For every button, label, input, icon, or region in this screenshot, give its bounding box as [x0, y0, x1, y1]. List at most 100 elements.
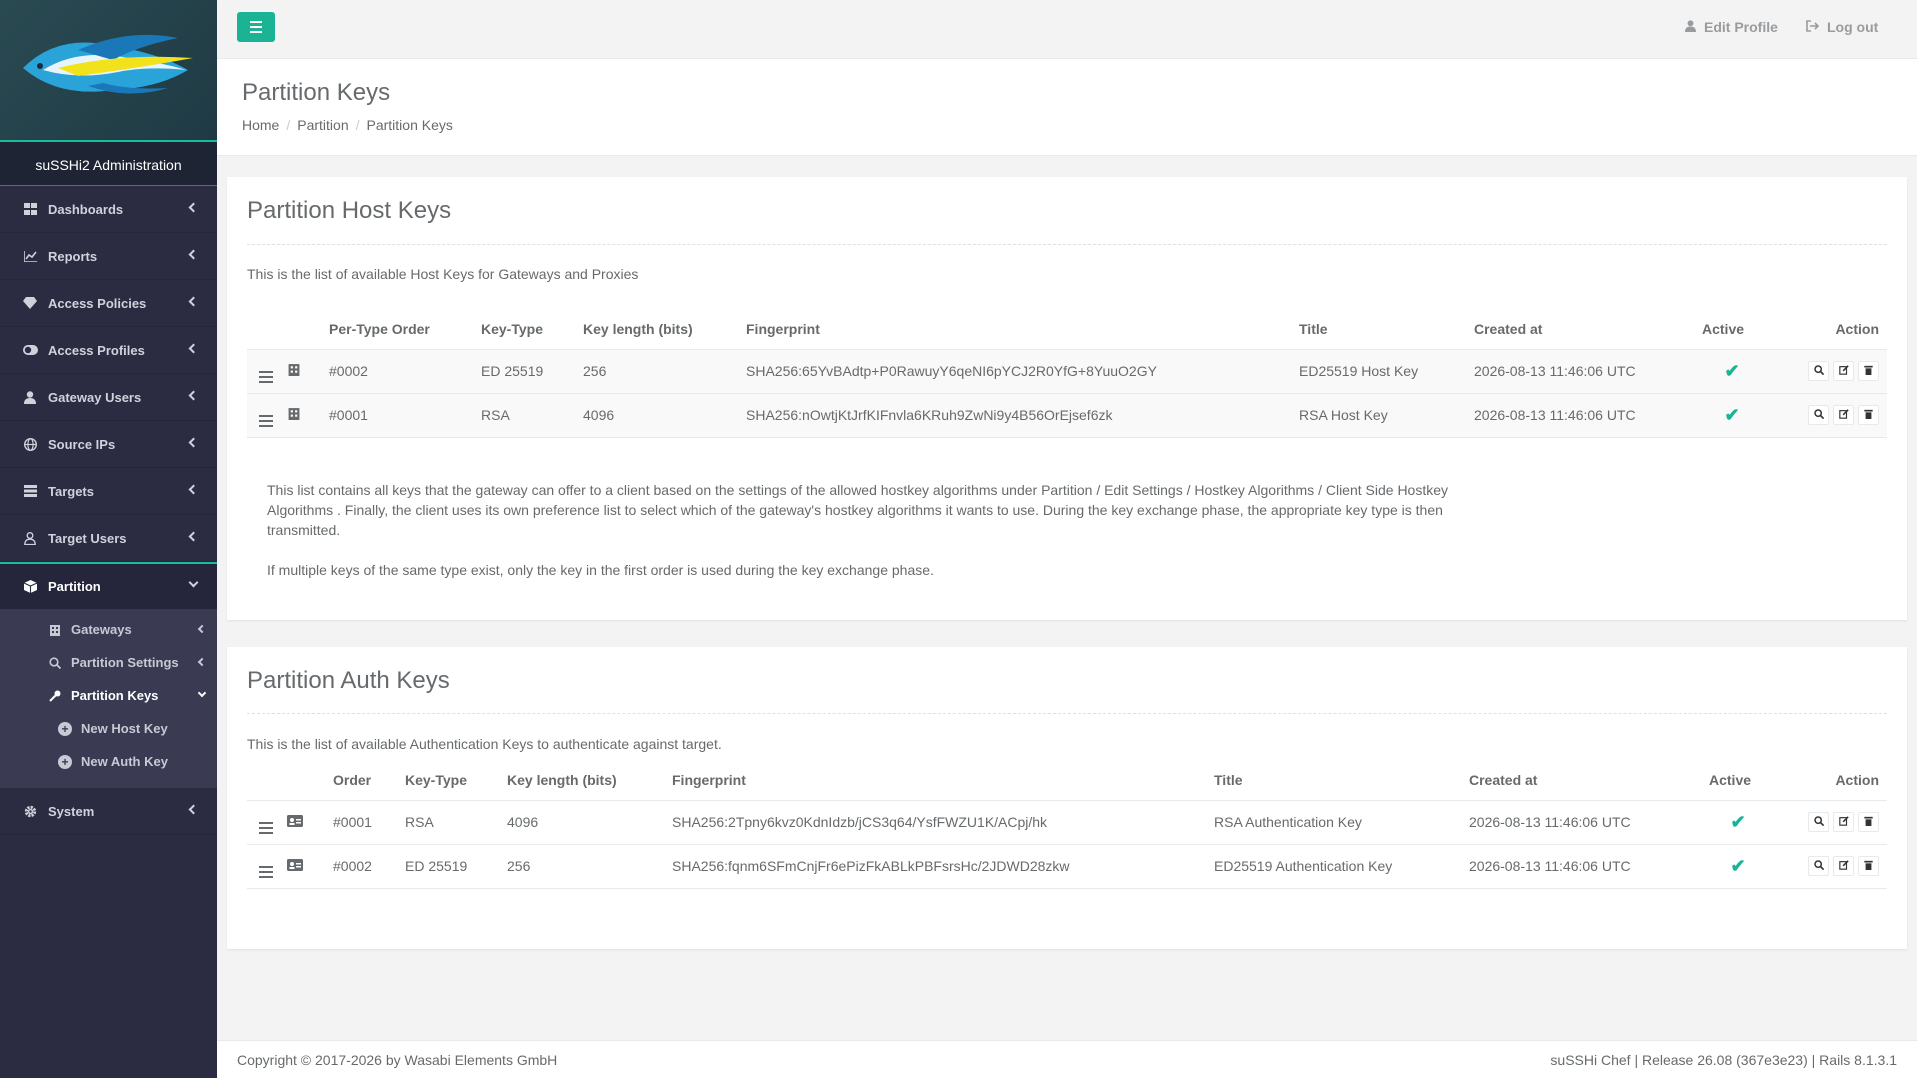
sidebar-item-targets[interactable]: Targets [0, 468, 217, 515]
column-header[interactable]: Active [1702, 309, 1762, 350]
page-heading: Partition Keys Home / Partition / Partit… [217, 59, 1917, 156]
sidebar-item-new-host-key[interactable]: + New Host Key [0, 712, 217, 745]
table-row: #0002 ED 25519 256 SHA256:fqnm6SFmCnjFr6… [247, 844, 1887, 889]
key-icon [48, 690, 62, 702]
sidebar-item-new-auth-key[interactable]: + New Auth Key [0, 745, 217, 778]
user-outline-icon [22, 531, 38, 545]
sidebar-item-access-policies[interactable]: Access Policies [0, 280, 217, 327]
sidebar-item-label: Reports [48, 248, 98, 264]
cell-fingerprint: SHA256:fqnm6SFmCnjFr6ePizFkABLkPBFsrsHc/… [672, 844, 1214, 889]
edit-button[interactable] [1833, 361, 1854, 381]
host-keys-table: Per-Type Order Key-Type Key length (bits… [247, 309, 1887, 438]
column-header[interactable]: Created at [1474, 309, 1702, 350]
chevron-down-icon [197, 688, 207, 697]
sidebar-item-access-profiles[interactable]: Access Profiles [0, 327, 217, 374]
drag-handle-icon[interactable] [259, 821, 273, 834]
column-header[interactable]: Title [1299, 309, 1474, 350]
gear-icon [22, 804, 38, 818]
edit-button[interactable] [1833, 405, 1854, 425]
edit-button[interactable] [1833, 856, 1854, 876]
edit-icon [1838, 815, 1849, 829]
sidebar-sub-label: Partition Settings [71, 655, 179, 670]
column-header[interactable]: Title [1214, 760, 1469, 801]
chevron-left-icon [197, 624, 207, 633]
breadcrumb-partition[interactable]: Partition [297, 117, 348, 133]
sidebar-item-partition[interactable]: Partition [0, 562, 217, 609]
column-header[interactable]: Key-Type [481, 309, 583, 350]
delete-button[interactable] [1858, 405, 1879, 425]
edit-profile-label: Edit Profile [1704, 19, 1778, 35]
column-header: Action [1762, 309, 1887, 350]
breadcrumb-current: Partition Keys [366, 117, 453, 133]
delete-button[interactable] [1858, 856, 1879, 876]
user-icon [22, 390, 38, 404]
sidebar-item-gateways[interactable]: Gateways [0, 613, 217, 646]
sidebar-item-reports[interactable]: Reports [0, 233, 217, 280]
copyright-text: Copyright © 2017-2026 by Wasabi Elements… [237, 1052, 558, 1068]
column-header[interactable]: Order [333, 760, 405, 801]
sidebar-item-target-users[interactable]: Target Users [0, 515, 217, 562]
column-header[interactable]: Key length (bits) [507, 760, 672, 801]
drag-handle-icon[interactable] [259, 370, 273, 383]
cell-order: #0002 [329, 349, 481, 394]
chevron-left-icon [188, 437, 199, 448]
view-button[interactable] [1808, 361, 1829, 381]
menu-toggle-button[interactable] [237, 12, 275, 42]
cell-created-at: 2026-08-13 11:46:06 UTC [1469, 844, 1709, 889]
cell-created-at: 2026-08-13 11:46:06 UTC [1474, 349, 1702, 394]
sidebar-item-gateway-users[interactable]: Gateway Users [0, 374, 217, 421]
building-icon [287, 407, 301, 423]
edit-profile-link[interactable]: Edit Profile [1685, 19, 1778, 35]
sidebar-item-label: Targets [48, 483, 94, 499]
sidebar-item-partition-keys[interactable]: Partition Keys [0, 679, 217, 712]
sidebar-item-source-ips[interactable]: Source IPs [0, 421, 217, 468]
check-icon: ✔ [1724, 360, 1740, 381]
chevron-down-icon [188, 577, 199, 588]
footer: Copyright © 2017-2026 by Wasabi Elements… [217, 1040, 1917, 1078]
sidebar-sub-label: New Host Key [81, 721, 168, 736]
auth-keys-title: Partition Auth Keys [247, 667, 450, 694]
cell-title: ED25519 Host Key [1299, 349, 1474, 394]
column-header[interactable]: Created at [1469, 760, 1709, 801]
auth-keys-intro: This is the list of available Authentica… [247, 736, 722, 752]
column-header[interactable]: Key length (bits) [583, 309, 746, 350]
column-header[interactable]: Active [1709, 760, 1767, 801]
column-header[interactable]: Fingerprint [672, 760, 1214, 801]
edit-button[interactable] [1833, 812, 1854, 832]
building-icon [287, 363, 301, 379]
view-button[interactable] [1808, 812, 1829, 832]
sidebar-item-dashboards[interactable]: Dashboards [0, 186, 217, 233]
delete-button[interactable] [1858, 361, 1879, 381]
drag-handle-icon[interactable] [259, 414, 273, 427]
building-icon [48, 624, 62, 636]
view-button[interactable] [1808, 856, 1829, 876]
chevron-left-icon [188, 390, 199, 401]
cell-fingerprint: SHA256:65YvBAdtp+P0RawuyY6qeNI6pYCJ2R0Yf… [746, 349, 1299, 394]
view-button[interactable] [1808, 405, 1829, 425]
sidebar-item-system[interactable]: System [0, 788, 217, 835]
table-row: #0001 RSA 4096 SHA256:nOwtjKtJrfKIFnvla6… [247, 393, 1887, 438]
delete-button[interactable] [1858, 812, 1879, 832]
chevron-left-icon [197, 657, 207, 666]
drag-handle-icon[interactable] [259, 865, 273, 878]
column-header[interactable]: Key-Type [405, 760, 507, 801]
dashboard-icon [22, 202, 38, 216]
breadcrumb-home[interactable]: Home [242, 117, 279, 133]
table-header-row: Order Key-Type Key length (bits) Fingerp… [247, 760, 1887, 801]
sidebar-item-partition-settings[interactable]: Partition Settings [0, 646, 217, 679]
sidebar-item-label: Source IPs [48, 436, 116, 452]
search-icon [1813, 408, 1824, 422]
column-header[interactable]: Fingerprint [746, 309, 1299, 350]
check-icon: ✔ [1730, 855, 1746, 876]
chevron-left-icon [188, 484, 199, 495]
search-icon [1813, 364, 1824, 378]
logout-link[interactable]: Log out [1806, 19, 1878, 35]
column-header[interactable]: Per-Type Order [329, 309, 481, 350]
search-icon [1813, 859, 1824, 873]
cell-title: RSA Host Key [1299, 393, 1474, 438]
divider [247, 713, 1887, 714]
diamond-icon [22, 296, 38, 310]
cell-key-type: ED 25519 [405, 844, 507, 889]
cell-fingerprint: SHA256:2Tpny6kvz0KdnIdzb/jCS3q64/YsfFWZU… [672, 800, 1214, 845]
logo[interactable] [0, 0, 217, 140]
